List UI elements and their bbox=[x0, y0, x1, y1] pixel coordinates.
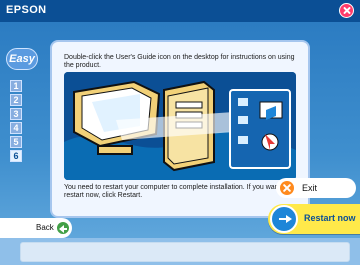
step-6-label: 6 bbox=[13, 151, 19, 161]
restart-message: You need to restart your computer to com… bbox=[64, 184, 289, 200]
exit-label: Exit bbox=[302, 183, 318, 193]
step-4-label: 4 bbox=[13, 123, 19, 133]
exit-button[interactable]: Exit bbox=[276, 178, 356, 198]
back-arrow-icon bbox=[56, 221, 70, 235]
bottom-strip bbox=[0, 238, 360, 265]
step-6[interactable]: 6 bbox=[10, 150, 22, 162]
step-2-label: 2 bbox=[13, 95, 19, 105]
my-computer-icon bbox=[238, 116, 248, 124]
status-area bbox=[20, 242, 350, 262]
step-1[interactable]: 1 bbox=[10, 80, 22, 92]
epson-icon bbox=[238, 136, 248, 144]
step-5-label: 5 bbox=[13, 137, 19, 147]
instruction-text: Double-click the User's Guide icon on th… bbox=[64, 54, 295, 70]
computer-illustration bbox=[64, 72, 296, 180]
step-1-label: 1 bbox=[13, 81, 19, 91]
close-icon[interactable] bbox=[339, 3, 354, 18]
desktop-preview bbox=[229, 89, 291, 169]
restart-now-label: Restart now bbox=[304, 213, 356, 223]
step-navigation: 1 2 3 4 5 6 bbox=[10, 80, 22, 164]
back-button[interactable]: Back bbox=[0, 218, 72, 238]
step-3-label: 3 bbox=[13, 109, 19, 119]
step-3[interactable]: 3 bbox=[10, 108, 22, 120]
step-2[interactable]: 2 bbox=[10, 94, 22, 106]
brand-logo-text: EPSON bbox=[6, 4, 47, 16]
install-illustration bbox=[64, 72, 296, 180]
step-4[interactable]: 4 bbox=[10, 122, 22, 134]
my-documents-icon bbox=[238, 98, 248, 106]
back-label: Back bbox=[36, 223, 54, 232]
exit-icon bbox=[280, 181, 294, 195]
title-bar: EPSON bbox=[0, 0, 360, 22]
arrow-right-icon bbox=[270, 205, 298, 233]
easy-mode-badge: Easy bbox=[6, 48, 38, 70]
restart-now-button[interactable]: Restart now bbox=[268, 204, 360, 234]
step-5[interactable]: 5 bbox=[10, 136, 22, 148]
main-panel: Double-click the User's Guide icon on th… bbox=[50, 40, 310, 218]
